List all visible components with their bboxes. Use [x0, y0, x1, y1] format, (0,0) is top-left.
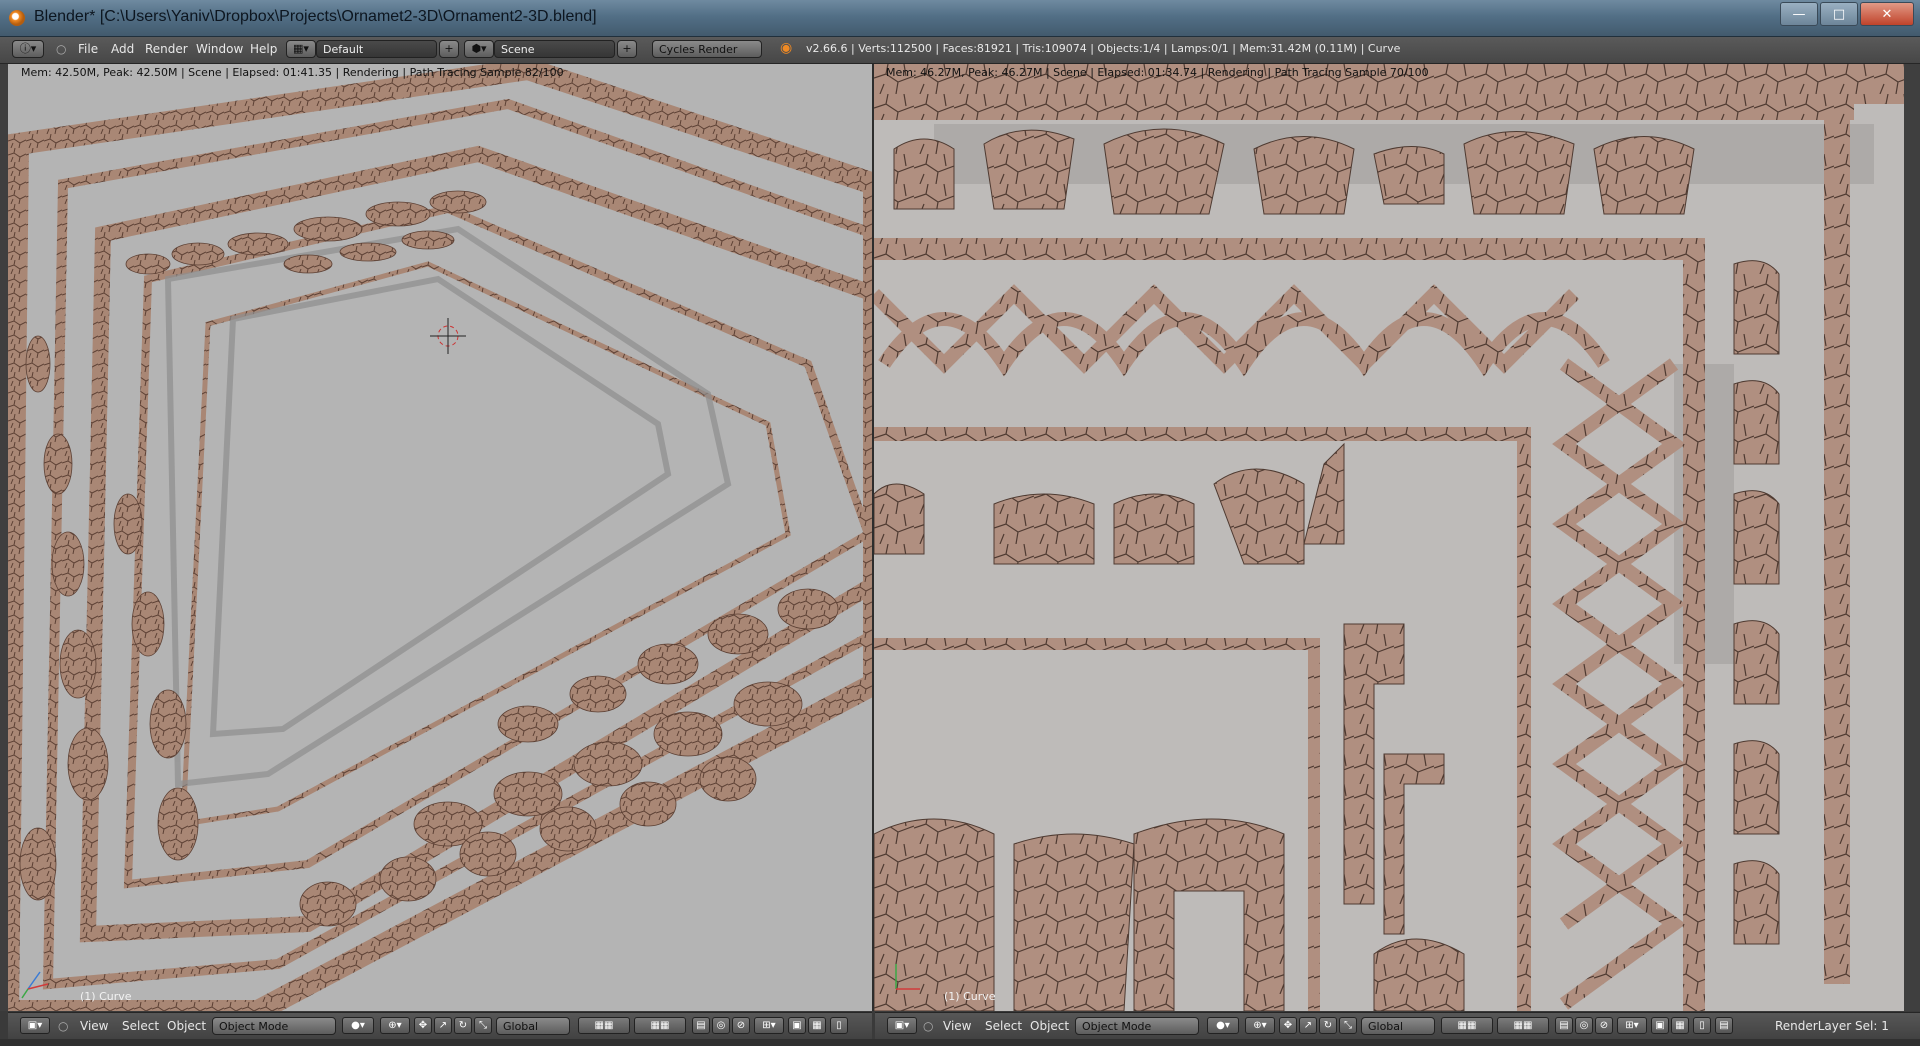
render-layer-icon[interactable]: ▤: [1715, 1017, 1733, 1034]
viewport-shading-icon-right[interactable]: ●▾: [1207, 1017, 1239, 1034]
split-area-icon-right[interactable]: ▯: [1693, 1017, 1711, 1034]
collapse-icon[interactable]: ○: [58, 1019, 68, 1033]
layers-grid-1-icon[interactable]: ▦▦: [578, 1017, 630, 1034]
selection-count: Sel: 1: [1855, 1019, 1889, 1033]
mode-selector[interactable]: Object Mode: [212, 1017, 336, 1035]
window-controls: — □ ✕: [1780, 2, 1914, 26]
add-layout-icon[interactable]: +: [439, 40, 459, 58]
left-border: [0, 64, 8, 1011]
menu-render[interactable]: Render: [145, 42, 188, 56]
close-button[interactable]: ✕: [1860, 2, 1914, 26]
collapse-icon-right[interactable]: ○: [923, 1019, 933, 1033]
snap-element-icon[interactable]: ⊞▾: [754, 1017, 784, 1034]
pivot-point-icon[interactable]: ⊕▾: [380, 1017, 410, 1034]
menu-view-right[interactable]: View: [943, 1019, 971, 1033]
viewport-shading-icon[interactable]: ●▾: [342, 1017, 374, 1034]
blender-logo-icon: [9, 10, 25, 26]
screen-layout-selector[interactable]: Default: [316, 40, 437, 58]
render-engine-selector[interactable]: Cycles Render: [652, 40, 762, 58]
object-label-right: (1) Curve: [944, 990, 996, 1003]
layers-grid-1-icon-right[interactable]: ▦▦: [1441, 1017, 1493, 1034]
rotate-manipulator-icon-right[interactable]: ↻: [1319, 1017, 1337, 1034]
transform-orientation-selector[interactable]: Global: [496, 1017, 570, 1035]
menu-object[interactable]: Object: [167, 1019, 206, 1033]
translate-manipulator-icon[interactable]: ↗: [434, 1017, 452, 1034]
layers-grid-2-icon[interactable]: ▦▦: [634, 1017, 686, 1034]
snap-toggle-icon[interactable]: ⊘: [732, 1017, 750, 1034]
layers-grid-2-icon-right[interactable]: ▦▦: [1497, 1017, 1549, 1034]
editor-type-info-icon[interactable]: ⓘ▾: [12, 40, 44, 58]
proportional-edit-icon-right[interactable]: ◎: [1575, 1017, 1593, 1034]
viewport-header-right: ▣▾ ○ View Select Object Object Mode ●▾ ⊕…: [875, 1012, 1920, 1039]
translate-manipulator-icon-right[interactable]: ↗: [1299, 1017, 1317, 1034]
lock-layers-icon[interactable]: ▤: [692, 1017, 710, 1034]
render-animation-icon[interactable]: ▦: [808, 1017, 826, 1034]
menu-file[interactable]: File: [78, 42, 98, 56]
screen-layout-icon[interactable]: ▦▾: [286, 40, 316, 58]
lock-layers-icon-right[interactable]: ▤: [1555, 1017, 1573, 1034]
editor-type-view3d-icon[interactable]: ▣▾: [20, 1017, 50, 1034]
manipulator-toggle-icon[interactable]: ✥: [414, 1017, 432, 1034]
render-still-icon-right[interactable]: ▣: [1651, 1017, 1669, 1034]
window-bottom-edge: [0, 1039, 1920, 1046]
snap-toggle-icon-right[interactable]: ⊘: [1595, 1017, 1613, 1034]
object-label-left: (1) Curve: [80, 990, 132, 1003]
scale-manipulator-icon[interactable]: ⤡: [474, 1017, 492, 1034]
split-area-icon[interactable]: ▯: [830, 1017, 848, 1034]
add-scene-icon[interactable]: +: [617, 40, 637, 58]
orientation-label: Global: [503, 1020, 539, 1033]
scene-info: v2.66.6 | Verts:112500 | Faces:81921 | T…: [806, 42, 1401, 55]
manipulator-toggle-icon-right[interactable]: ✥: [1279, 1017, 1297, 1034]
viewport-left[interactable]: [8, 64, 874, 1011]
proportional-edit-icon[interactable]: ◎: [712, 1017, 730, 1034]
object-mode-label: Object Mode: [219, 1020, 289, 1033]
orientation-label-right: Global: [1368, 1020, 1404, 1033]
scale-manipulator-icon-right[interactable]: ⤡: [1339, 1017, 1357, 1034]
render-animation-icon-right[interactable]: ▦: [1671, 1017, 1689, 1034]
rendered-ornament-perspective: [8, 64, 874, 1011]
menu-help[interactable]: Help: [250, 42, 277, 56]
render-stats-left: Mem: 42.50M, Peak: 42.50M | Scene | Elap…: [21, 66, 564, 79]
blender-logo-icon-small: ◉: [780, 40, 793, 56]
menu-select-right[interactable]: Select: [985, 1019, 1022, 1033]
render-layer-label[interactable]: RenderLayer: [1775, 1019, 1851, 1033]
rendered-ornament-closeup: [874, 64, 1904, 1011]
menu-add[interactable]: Add: [111, 42, 134, 56]
right-border: [1904, 64, 1920, 1011]
menu-select[interactable]: Select: [122, 1019, 159, 1033]
info-header: ⓘ▾ ○ File Add Render Window Help ▦▾ Defa…: [0, 37, 1920, 64]
collapse-menu-icon[interactable]: ○: [56, 42, 66, 56]
rotate-manipulator-icon[interactable]: ↻: [454, 1017, 472, 1034]
transform-orientation-selector-right[interactable]: Global: [1361, 1017, 1435, 1035]
snap-element-icon-right[interactable]: ⊞▾: [1617, 1017, 1647, 1034]
maximize-button[interactable]: □: [1820, 2, 1858, 26]
pivot-point-icon-right[interactable]: ⊕▾: [1245, 1017, 1275, 1034]
minimize-button[interactable]: —: [1780, 2, 1818, 26]
viewport-header-left: ▣▾ ○ View Select Object Object Mode ●▾ ⊕…: [8, 1012, 872, 1039]
menu-view[interactable]: View: [80, 1019, 108, 1033]
menu-object-right[interactable]: Object: [1030, 1019, 1069, 1033]
object-mode-label-right: Object Mode: [1082, 1020, 1152, 1033]
mode-selector-right[interactable]: Object Mode: [1075, 1017, 1199, 1035]
menu-window[interactable]: Window: [196, 42, 243, 56]
scene-selector[interactable]: Scene: [494, 40, 615, 58]
window-title: Blender* [C:\Users\Yaniv\Dropbox\Project…: [34, 8, 597, 25]
editor-type-view3d-icon-right[interactable]: ▣▾: [887, 1017, 917, 1034]
render-still-icon[interactable]: ▣: [788, 1017, 806, 1034]
scene-icon[interactable]: ⬢▾: [464, 40, 494, 58]
viewport-right[interactable]: [874, 64, 1904, 1011]
render-stats-right: Mem: 46.27M, Peak: 46.27M | Scene | Elap…: [886, 66, 1429, 79]
title-bar: Blender* [C:\Users\Yaniv\Dropbox\Project…: [0, 0, 1920, 37]
